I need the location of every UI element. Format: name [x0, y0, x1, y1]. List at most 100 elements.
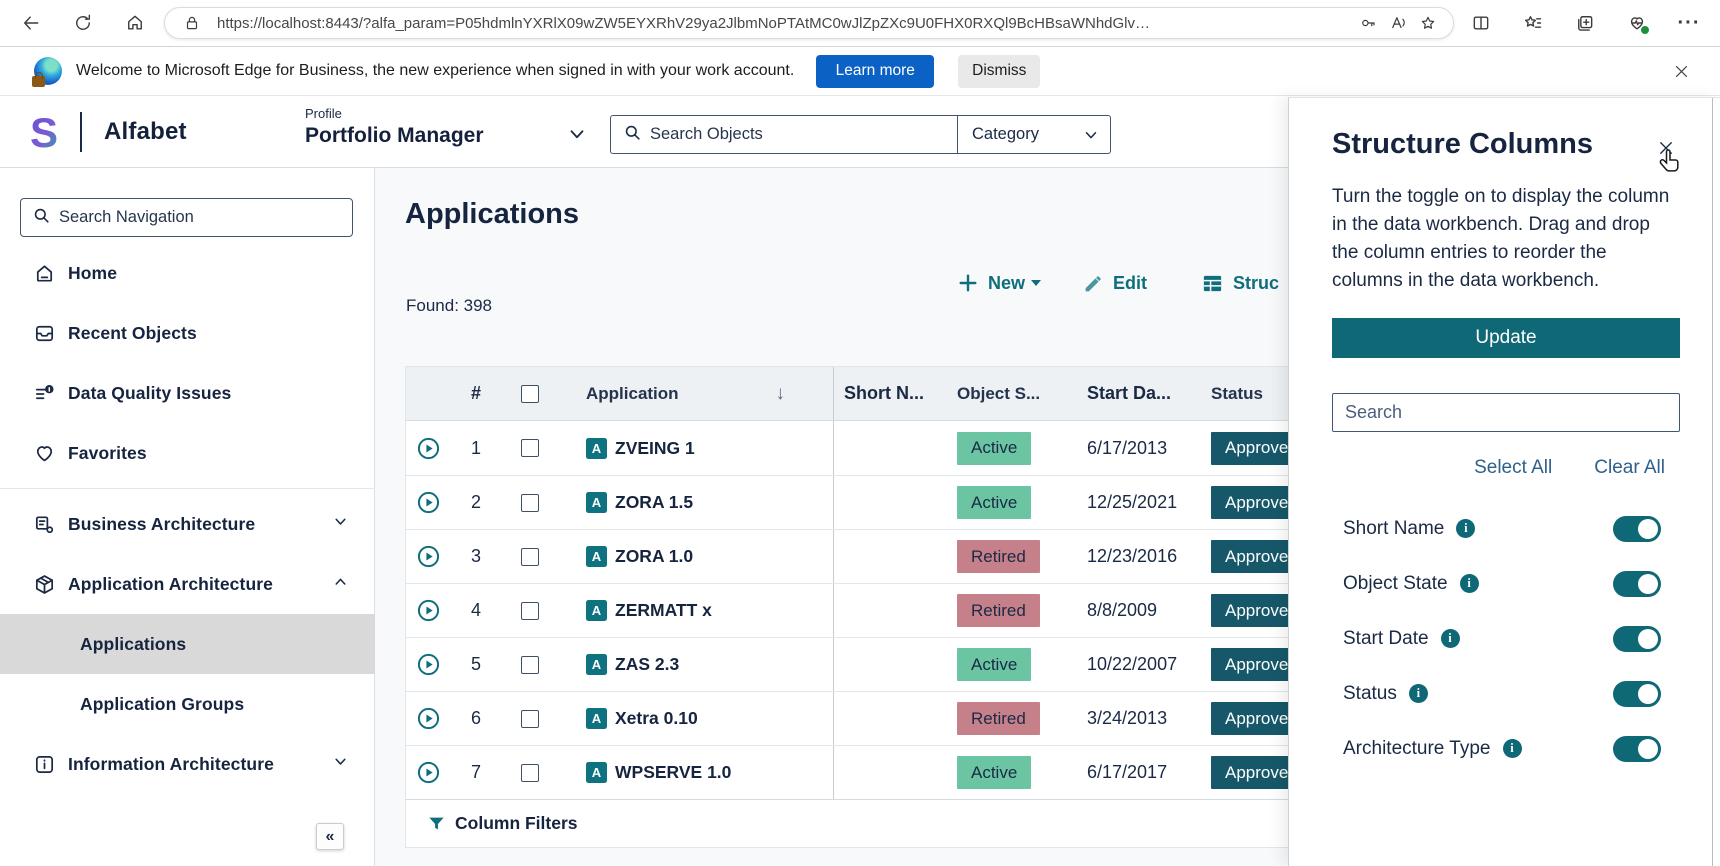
- clear-all-link[interactable]: Clear All: [1594, 457, 1665, 479]
- sidebar-item-home[interactable]: Home: [0, 243, 375, 303]
- split-screen-icon[interactable]: [1464, 6, 1498, 40]
- table-row[interactable]: 2 A ZORA 1.5 Active 12/25/2021 Approve: [406, 475, 1324, 529]
- brand-divider: [80, 112, 82, 152]
- banner-close-icon[interactable]: [1666, 56, 1696, 86]
- sidebar-item-recent-objects[interactable]: Recent Objects: [0, 303, 375, 363]
- info-icon[interactable]: i: [1440, 629, 1460, 648]
- structure-button[interactable]: Struc: [1201, 266, 1279, 300]
- row-checkbox[interactable]: [501, 709, 559, 728]
- profile-selector[interactable]: Profile Portfolio Manager: [305, 106, 484, 148]
- favorite-star-icon[interactable]: [1413, 8, 1443, 38]
- application-cell[interactable]: A ZERMATT x: [559, 584, 834, 637]
- application-cell[interactable]: A ZORA 1.5: [559, 476, 834, 529]
- start-date-cell: 8/8/2009: [1087, 600, 1158, 620]
- column-filters-bar[interactable]: Column Filters: [406, 799, 1324, 847]
- read-aloud-icon[interactable]: [1383, 8, 1413, 38]
- address-bar[interactable]: https://localhost:8443/?alfa_param=P05hd…: [164, 7, 1454, 39]
- sidebar-item-information-architecture[interactable]: Information Architecture: [0, 734, 375, 794]
- column-header-num[interactable]: #: [451, 383, 501, 404]
- info-icon[interactable]: i: [1408, 684, 1428, 703]
- row-play-icon[interactable]: [406, 544, 451, 569]
- password-key-icon[interactable]: [1353, 8, 1383, 38]
- table-row[interactable]: 7 A WPSERVE 1.0 Active 6/17/2017 Approve: [406, 745, 1324, 799]
- table-row[interactable]: 1 A ZVEING 1 Active 6/17/2013 Approve: [406, 421, 1324, 475]
- info-icon[interactable]: i: [1456, 519, 1476, 538]
- row-play-icon[interactable]: [406, 652, 451, 677]
- select-all-link[interactable]: Select All: [1474, 457, 1552, 479]
- chevron-down-icon[interactable]: [332, 513, 349, 535]
- profile-chevron-down-icon[interactable]: [566, 123, 588, 150]
- browser-menu-icon[interactable]: ···: [1672, 6, 1706, 40]
- row-checkbox[interactable]: [501, 763, 559, 782]
- update-button[interactable]: Update: [1332, 318, 1680, 358]
- new-button[interactable]: New: [957, 266, 1042, 300]
- info-icon[interactable]: i: [1502, 739, 1522, 758]
- toggle-start-date[interactable]: [1613, 625, 1661, 652]
- application-name[interactable]: ZORA 1.5: [615, 492, 693, 513]
- search-objects-input[interactable]: [642, 125, 957, 144]
- sidebar-item-application-architecture[interactable]: Application Architecture: [0, 554, 375, 614]
- toggle-status[interactable]: [1613, 680, 1661, 707]
- sidebar-item-applications[interactable]: Applications: [0, 614, 375, 674]
- application-cell[interactable]: A ZVEING 1: [559, 421, 834, 475]
- row-play-icon[interactable]: [406, 598, 451, 623]
- application-name[interactable]: WPSERVE 1.0: [615, 762, 731, 783]
- search-navigation-input[interactable]: [51, 208, 352, 227]
- back-icon[interactable]: [14, 6, 48, 40]
- browser-home-icon[interactable]: [118, 6, 152, 40]
- column-header-start-date[interactable]: Start Da...: [1079, 383, 1209, 404]
- lock-icon[interactable]: [177, 8, 207, 38]
- learn-more-button[interactable]: Learn more: [816, 54, 935, 88]
- panel-scrollbar[interactable]: [1712, 98, 1713, 866]
- sidebar-item-business-architecture[interactable]: Business Architecture: [0, 494, 375, 554]
- panel-search-input[interactable]: [1332, 393, 1680, 432]
- sidebar-collapse-button[interactable]: «: [316, 823, 344, 850]
- row-play-icon[interactable]: [406, 436, 451, 461]
- sidebar-item-application-groups[interactable]: Application Groups: [0, 674, 375, 734]
- row-checkbox[interactable]: [501, 439, 559, 457]
- category-dropdown[interactable]: Category: [957, 116, 1110, 153]
- row-play-icon[interactable]: [406, 706, 451, 731]
- application-cell[interactable]: A WPSERVE 1.0: [559, 746, 834, 799]
- application-name[interactable]: ZAS 2.3: [615, 654, 679, 675]
- application-name[interactable]: ZORA 1.0: [615, 546, 693, 567]
- sidebar-item-favorites[interactable]: Favorites: [0, 423, 375, 483]
- refresh-icon[interactable]: [66, 6, 100, 40]
- row-checkbox[interactable]: [501, 601, 559, 620]
- chevron-down-icon[interactable]: [332, 753, 349, 775]
- browser-essentials-icon[interactable]: [1620, 6, 1654, 40]
- chevron-up-icon[interactable]: [332, 573, 349, 595]
- collections-icon[interactable]: [1568, 6, 1602, 40]
- row-checkbox[interactable]: [501, 547, 559, 566]
- column-header-object-state[interactable]: Object S...: [954, 384, 1079, 404]
- application-cell[interactable]: A ZAS 2.3: [559, 638, 834, 691]
- application-name[interactable]: ZVEING 1: [615, 438, 695, 459]
- toggle-architecture-type[interactable]: [1613, 735, 1661, 762]
- application-cell[interactable]: A Xetra 0.10: [559, 692, 834, 745]
- row-checkbox[interactable]: [501, 655, 559, 674]
- sidebar-item-label: Favorites: [68, 442, 147, 463]
- table-row[interactable]: 5 A ZAS 2.3 Active 10/22/2007 Approve: [406, 637, 1324, 691]
- application-name[interactable]: Xetra 0.10: [615, 708, 698, 729]
- url-text[interactable]: https://localhost:8443/?alfa_param=P05hd…: [217, 15, 1353, 32]
- select-all-checkbox[interactable]: [501, 384, 559, 403]
- sort-descending-icon[interactable]: ↓: [776, 383, 786, 405]
- info-icon[interactable]: i: [1459, 574, 1479, 593]
- row-play-icon[interactable]: [406, 760, 451, 785]
- row-checkbox[interactable]: [501, 493, 559, 512]
- toggle-label: Object State: [1343, 572, 1448, 594]
- table-row[interactable]: 4 A ZERMATT x Retired 8/8/2009 Approve: [406, 583, 1324, 637]
- table-row[interactable]: 6 A Xetra 0.10 Retired 3/24/2013 Approve: [406, 691, 1324, 745]
- application-name[interactable]: ZERMATT x: [615, 600, 712, 621]
- application-cell[interactable]: A ZORA 1.0: [559, 530, 834, 583]
- edit-button[interactable]: Edit: [1083, 266, 1147, 300]
- sidebar-item-data-quality-issues[interactable]: Data Quality Issues: [0, 363, 375, 423]
- favorites-hub-icon[interactable]: [1516, 6, 1550, 40]
- toggle-short-name[interactable]: [1613, 515, 1661, 542]
- column-header-short-name[interactable]: Short N...: [834, 383, 954, 404]
- table-row[interactable]: 3 A ZORA 1.0 Retired 12/23/2016 Approve: [406, 529, 1324, 583]
- dismiss-button[interactable]: Dismiss: [958, 54, 1041, 88]
- row-play-icon[interactable]: [406, 490, 451, 515]
- toggle-object-state[interactable]: [1613, 570, 1661, 597]
- column-header-application[interactable]: Application ↓: [559, 367, 834, 420]
